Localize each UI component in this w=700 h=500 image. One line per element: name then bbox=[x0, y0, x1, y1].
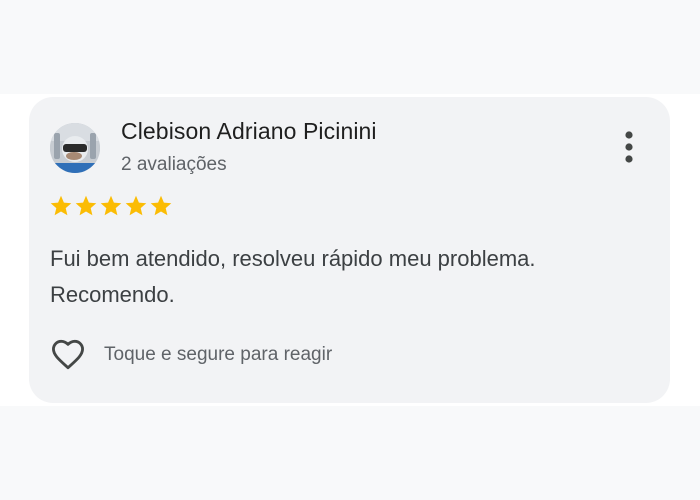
review-card: Clebison Adriano Picinini 2 avaliações F… bbox=[29, 97, 670, 403]
reviewer-avatar[interactable] bbox=[50, 123, 100, 173]
star-icon bbox=[150, 195, 172, 216]
star-icon bbox=[50, 195, 72, 216]
star-icon bbox=[75, 195, 97, 216]
more-options-button[interactable] bbox=[611, 127, 647, 167]
star-icon bbox=[125, 195, 147, 216]
reviewer-name[interactable]: Clebison Adriano Picinini bbox=[121, 118, 377, 145]
react-button[interactable]: Toque e segure para reagir bbox=[49, 337, 332, 373]
top-background-band bbox=[0, 0, 700, 94]
heart-outline-icon bbox=[52, 339, 84, 370]
react-hint-label: Toque e segure para reagir bbox=[104, 344, 333, 365]
more-vert-icon bbox=[625, 131, 633, 163]
reviewer-review-count: 2 avaliações bbox=[121, 154, 227, 175]
bottom-background-band bbox=[0, 406, 700, 500]
star-rating bbox=[49, 194, 173, 218]
star-icon bbox=[100, 195, 122, 216]
review-text: Fui bem atendido, resolveu rápido meu pr… bbox=[50, 246, 536, 307]
reviewer-photo bbox=[50, 123, 100, 173]
